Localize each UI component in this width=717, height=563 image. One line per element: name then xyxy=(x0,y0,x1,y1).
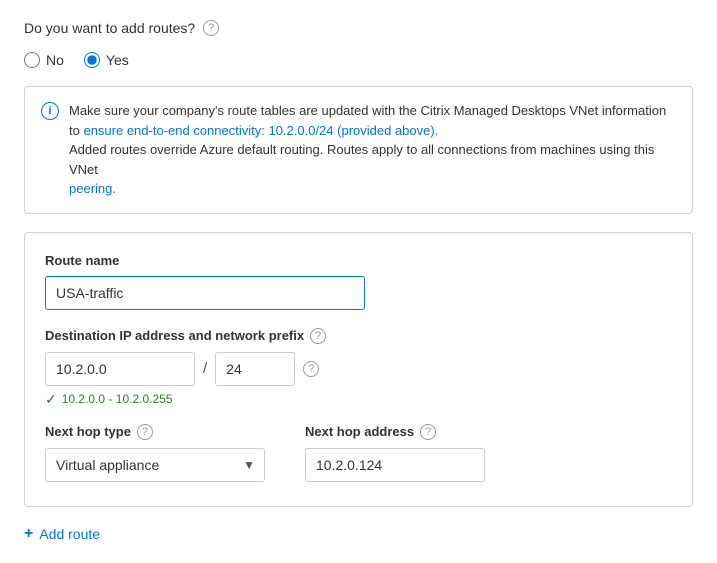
route-card: Route name Destination IP address and ne… xyxy=(24,232,693,507)
radio-yes-text: Yes xyxy=(106,52,129,68)
dest-label-row: Destination IP address and network prefi… xyxy=(45,328,672,344)
ip-validation: ✓ 10.2.0.0 - 10.2.0.255 xyxy=(45,391,672,408)
info-box: i Make sure your company's route tables … xyxy=(24,86,693,214)
hop-address-input[interactable] xyxy=(305,448,485,482)
hop-address-label-row: Next hop address ? xyxy=(305,424,485,440)
radio-yes-label[interactable]: Yes xyxy=(84,52,129,68)
info-line2-link[interactable]: peering. xyxy=(69,181,116,196)
hop-type-label: Next hop type xyxy=(45,424,131,439)
radio-group: No Yes xyxy=(24,52,693,68)
route-name-input[interactable] xyxy=(45,276,365,310)
info-icon: i xyxy=(41,102,59,120)
radio-no-label[interactable]: No xyxy=(24,52,64,68)
info-line1-link[interactable]: ensure end-to-end connectivity: 10.2.0.0… xyxy=(83,123,438,138)
question-row: Do you want to add routes? ? xyxy=(24,20,693,36)
hop-section: Next hop type ? Virtual appliance VNet g… xyxy=(45,424,672,482)
radio-no[interactable] xyxy=(24,52,40,68)
hop-type-label-row: Next hop type ? xyxy=(45,424,265,440)
info-text: Make sure your company's route tables ar… xyxy=(69,101,676,199)
validation-text: 10.2.0.0 - 10.2.0.255 xyxy=(62,392,173,406)
radio-yes[interactable] xyxy=(84,52,100,68)
add-route-label: Add route xyxy=(39,526,100,542)
hop-type-select-wrapper: Virtual appliance VNet gateway None VNet… xyxy=(45,448,265,482)
info-line2: Added routes override Azure default rout… xyxy=(69,142,654,177)
prefix-input[interactable] xyxy=(215,352,295,386)
dest-ip-label: Destination IP address and network prefi… xyxy=(45,328,304,343)
dest-section: Destination IP address and network prefi… xyxy=(45,328,672,408)
hop-address-help-icon[interactable]: ? xyxy=(420,424,436,440)
prefix-help-icon[interactable]: ? xyxy=(303,361,319,377)
hop-address-label: Next hop address xyxy=(305,424,414,439)
route-name-label: Route name xyxy=(45,253,672,268)
question-text: Do you want to add routes? xyxy=(24,20,195,36)
dest-ip-help-icon[interactable]: ? xyxy=(310,328,326,344)
hop-address-field: Next hop address ? xyxy=(305,424,485,482)
question-help-icon[interactable]: ? xyxy=(203,20,219,36)
ip-row: / ? xyxy=(45,352,672,386)
hop-type-select[interactable]: Virtual appliance VNet gateway None VNet… xyxy=(45,448,265,482)
radio-no-text: No xyxy=(46,52,64,68)
ip-address-input[interactable] xyxy=(45,352,195,386)
hop-type-field: Next hop type ? Virtual appliance VNet g… xyxy=(45,424,265,482)
ip-slash: / xyxy=(195,360,215,377)
validation-check-icon: ✓ xyxy=(45,391,57,408)
hop-type-help-icon[interactable]: ? xyxy=(137,424,153,440)
